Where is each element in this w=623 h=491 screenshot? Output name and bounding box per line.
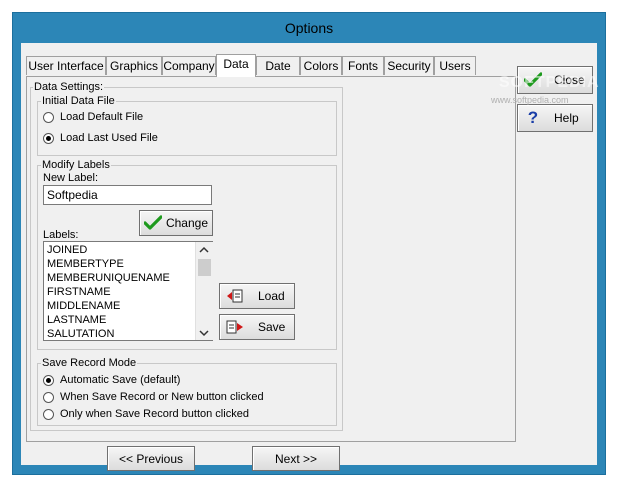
question-mark-icon: ?	[527, 108, 539, 127]
list-item[interactable]: JOINED	[44, 243, 194, 257]
new-label-caption: New Label:	[43, 172, 99, 184]
list-item[interactable]: SALUTATION	[44, 327, 194, 341]
load-last-used-file-radio[interactable]	[43, 133, 54, 144]
tab-user-interface[interactable]: User Interface	[26, 56, 106, 75]
list-item[interactable]: MIDDLENAME	[44, 299, 194, 313]
tab-graphics[interactable]: Graphics	[106, 56, 162, 75]
save-only-record-label: Only when Save Record button clicked	[60, 408, 249, 420]
tab-fonts[interactable]: Fonts	[342, 56, 384, 75]
load-file-icon	[226, 288, 244, 304]
save-on-button-label: When Save Record or New button clicked	[60, 391, 264, 403]
softpedia-url: www.softpedia.com	[491, 95, 569, 105]
checkmark-icon	[143, 215, 163, 231]
save-file-icon	[226, 319, 244, 335]
change-button[interactable]: Change	[139, 210, 213, 236]
save-button[interactable]: Save	[219, 314, 295, 340]
load-button[interactable]: Load	[219, 283, 295, 309]
data-tab-panel: Data Settings: Initial Data File Load De…	[26, 76, 516, 442]
load-default-file-radio[interactable]	[43, 112, 54, 123]
help-button[interactable]: ? Help	[517, 104, 593, 132]
labels-scrollbar[interactable]	[195, 242, 213, 340]
scroll-thumb[interactable]	[198, 259, 211, 276]
next-button[interactable]: Next >>	[252, 446, 340, 471]
tab-company[interactable]: Company	[162, 56, 216, 75]
load-default-file-label: Load Default File	[60, 111, 144, 123]
new-label-input[interactable]: Softpedia	[43, 185, 212, 205]
automatic-save-radio[interactable]	[43, 375, 54, 386]
list-item[interactable]: MEMBERUNIQUENAME	[44, 271, 194, 285]
save-on-button-radio[interactable]	[43, 392, 54, 403]
save-only-record-radio[interactable]	[43, 409, 54, 420]
softpedia-watermark: SOFTPEDIA	[499, 74, 600, 91]
load-last-used-file-label: Load Last Used File	[60, 132, 158, 144]
scroll-up-icon[interactable]	[199, 245, 209, 257]
list-item[interactable]: MEMBERTYPE	[44, 257, 194, 271]
options-window: Options User Interface Graphics Company …	[12, 12, 606, 475]
help-button-label: Help	[554, 111, 579, 125]
previous-button[interactable]: << Previous	[107, 446, 195, 471]
labels-list-items: JOINED MEMBERTYPE MEMBERUNIQUENAME FIRST…	[44, 243, 194, 341]
scroll-down-icon[interactable]	[199, 328, 209, 340]
tab-colors[interactable]: Colors	[300, 56, 342, 75]
labels-listbox[interactable]: JOINED MEMBERTYPE MEMBERUNIQUENAME FIRST…	[43, 241, 213, 341]
tab-security[interactable]: Security	[384, 56, 434, 75]
window-title: Options	[284, 20, 334, 36]
list-item[interactable]: LASTNAME	[44, 313, 194, 327]
automatic-save-label: Automatic Save (default)	[60, 374, 181, 386]
tab-date[interactable]: Date	[256, 56, 300, 75]
initial-data-file-group	[37, 101, 337, 156]
change-button-label: Change	[165, 216, 209, 230]
load-button-label: Load	[258, 289, 285, 303]
save-record-mode-legend: Save Record Mode	[41, 357, 138, 369]
data-settings-legend: Data Settings:	[33, 81, 105, 93]
save-button-label: Save	[258, 320, 286, 334]
tab-users[interactable]: Users	[434, 56, 476, 75]
list-item[interactable]: FIRSTNAME	[44, 285, 194, 299]
tab-data[interactable]: Data	[216, 54, 256, 77]
client-area: User Interface Graphics Company Data Dat…	[21, 43, 600, 471]
modify-labels-legend: Modify Labels	[41, 159, 111, 171]
initial-data-file-legend: Initial Data File	[41, 95, 116, 107]
